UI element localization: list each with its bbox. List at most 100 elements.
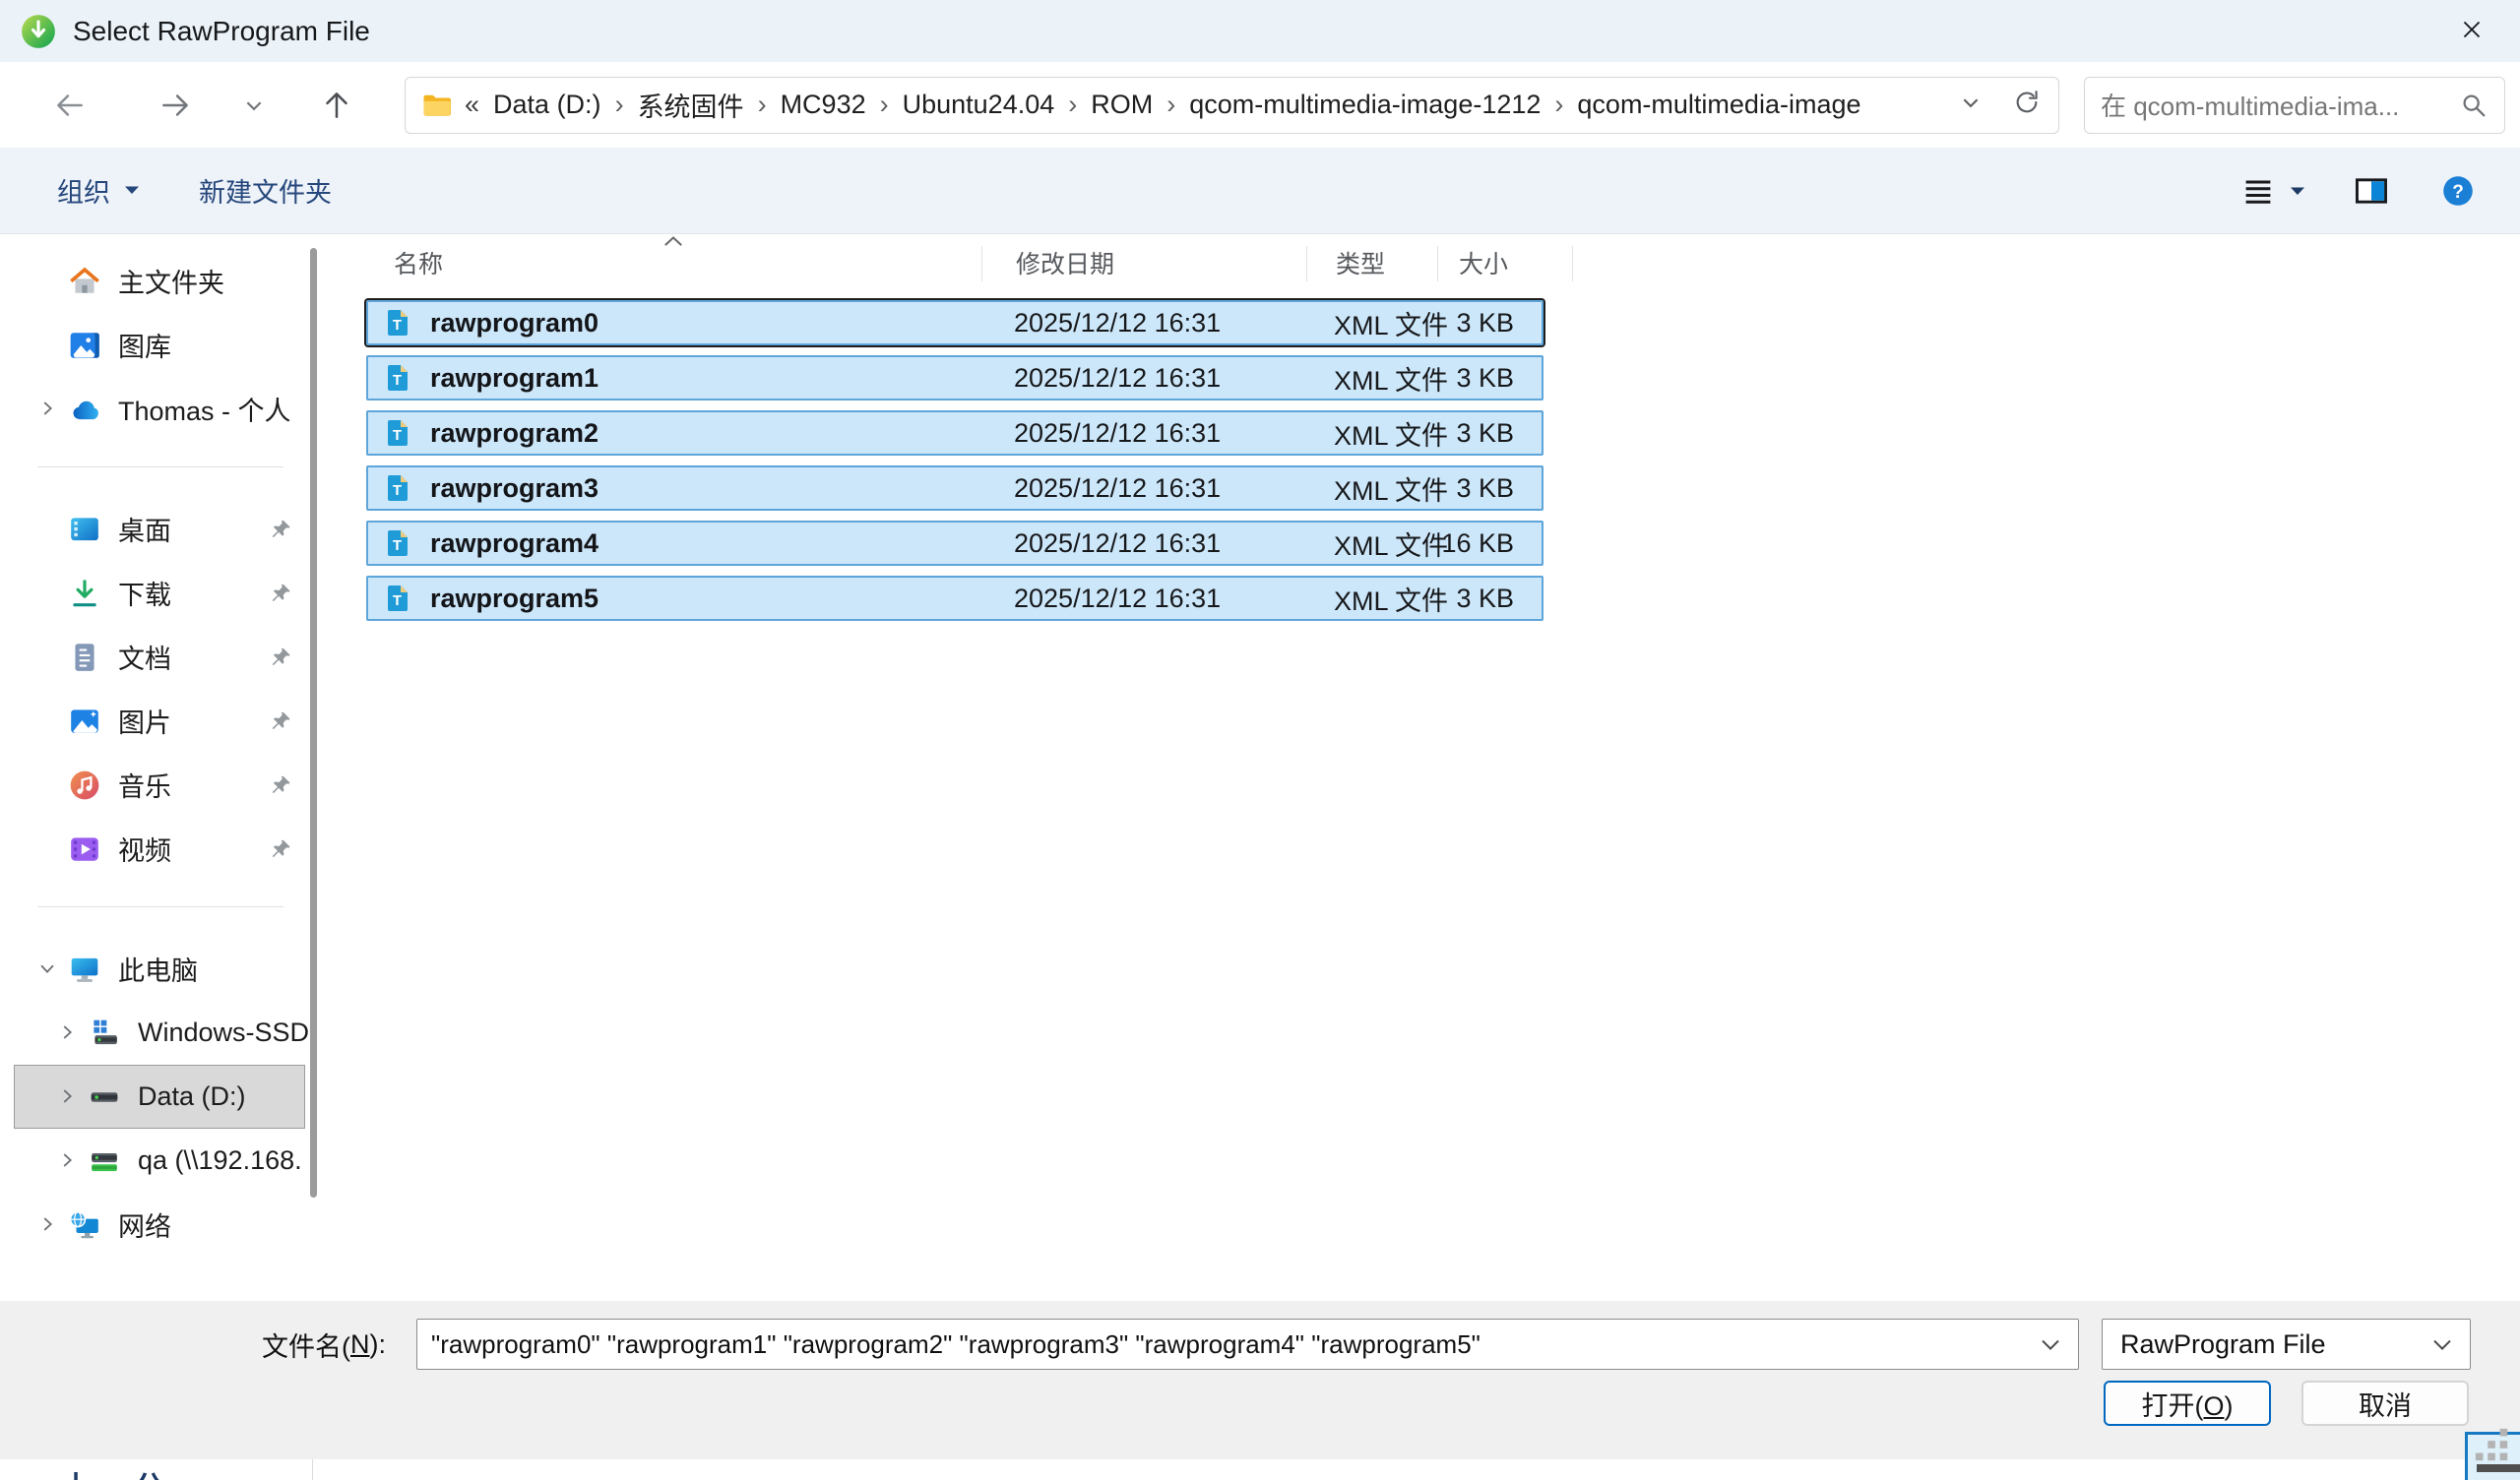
address-dropdown-button[interactable] [1960,92,2011,117]
forward-button[interactable] [157,87,194,124]
sidebar-item-qa-share[interactable]: qa (\\192.168. [14,1129,305,1193]
filename-input[interactable]: "rawprogram0" "rawprogram1" "rawprogram2… [416,1319,2079,1370]
file-date: 2025/12/12 16:31 [981,584,1306,614]
file-row[interactable]: Trawprogram02025/12/12 16:31XML 文件3 KB [366,300,1544,345]
chevron-down-icon [243,95,265,115]
sidebar-item-home[interactable]: 主文件夹 [14,249,305,313]
breadcrumb-item[interactable]: Data (D:) [493,90,601,120]
sidebar-item-label: 下载 [118,574,171,612]
chevron-down-icon[interactable] [2039,1336,2062,1352]
list-view-icon [2240,173,2276,209]
column-divider[interactable] [1306,246,1307,281]
tree-expand-control[interactable] [36,398,60,421]
sidebar-divider [37,906,284,907]
tree-expand-control[interactable] [56,1021,80,1045]
sidebar-item-label: 视频 [118,830,171,868]
tree-expand-control[interactable] [36,957,60,981]
preview-pane-icon[interactable] [2353,172,2390,210]
refresh-icon [2011,87,2043,118]
tree-expand-control[interactable] [56,1085,80,1109]
pin-icon [269,709,292,733]
sidebar-item-this-pc[interactable]: 此电脑 [14,937,305,1001]
pictures-icon [68,705,101,738]
breadcrumb-separator: › [1166,90,1175,120]
refresh-button[interactable] [2011,87,2043,123]
sidebar-item-music[interactable]: 音乐 [14,753,305,817]
file-type: XML 文件 [1306,359,1437,398]
tree-expand-control[interactable] [56,1149,80,1173]
sidebar-item-downloads[interactable]: 下载 [14,561,305,625]
window-behind-divider [312,1459,313,1480]
recent-locations-button[interactable] [243,95,265,115]
view-mode-button[interactable] [2240,173,2305,209]
filetype-select[interactable]: RawProgram File [2102,1319,2471,1370]
sidebar-item-windows-ssd[interactable]: Windows-SSD [14,1001,305,1065]
svg-text:T: T [393,317,402,334]
breadcrumb-item[interactable]: ROM [1091,90,1153,120]
pin-icon [269,646,292,669]
sidebar-item-network[interactable]: 网络 [14,1193,305,1257]
breadcrumb-item[interactable]: Ubuntu24.04 [903,90,1055,120]
chevron-down-icon [2430,1336,2454,1352]
pin-icon [269,582,292,605]
file-row[interactable]: Trawprogram22025/12/12 16:31XML 文件3 KB [366,410,1544,456]
dialog-body: 主文件夹图库Thomas - 个人桌面下载文档图片音乐视频此电脑Windows-… [0,234,2520,1301]
onedrive-icon [68,393,101,426]
filename-value: "rawprogram0" "rawprogram1" "rawprogram2… [431,1329,1480,1360]
up-button[interactable] [318,87,355,124]
sidebar-scrollbar[interactable] [310,248,317,1198]
breadcrumb-item[interactable]: qcom-multimedia-image-1212 [1189,90,1541,120]
file-row[interactable]: Trawprogram12025/12/12 16:31XML 文件3 KB [366,355,1544,401]
sidebar-item-data-d[interactable]: Data (D:) [14,1065,305,1129]
organize-menu-button[interactable]: 组织 [57,171,140,210]
back-button[interactable] [51,87,89,124]
help-icon[interactable]: ? [2439,172,2477,210]
home-icon [68,265,101,298]
back-arrow-icon [51,87,89,124]
sidebar-item-gallery[interactable]: 图库 [14,313,305,377]
filetype-value: RawProgram File [2120,1329,2326,1360]
sidebar-item-desktop[interactable]: 桌面 [14,497,305,561]
sidebar-item-documents[interactable]: 文档 [14,625,305,689]
download-icon [68,577,101,610]
sidebar-item-videos[interactable]: 视频 [14,817,305,881]
column-header-size[interactable]: 大小 [1437,234,1544,290]
search-input[interactable]: 在 qcom-multimedia-ima... [2084,77,2505,134]
tree-expand-control[interactable] [36,1213,60,1237]
column-header-date[interactable]: 修改日期 [981,234,1306,290]
file-name-cell: Trawprogram5 [368,583,981,614]
breadcrumb-item[interactable]: MC932 [781,90,866,120]
breadcrumb-item[interactable]: qcom-multimedia-image [1577,90,1860,120]
file-row[interactable]: Trawprogram52025/12/12 16:31XML 文件3 KB [366,576,1544,621]
column-divider[interactable] [1572,246,1573,281]
file-row[interactable]: Trawprogram42025/12/12 16:31XML 文件16 KB [366,521,1544,566]
file-row[interactable]: Trawprogram32025/12/12 16:31XML 文件3 KB [366,465,1544,511]
cancel-button[interactable]: 取消 [2301,1381,2469,1426]
close-icon [2457,15,2487,44]
open-button[interactable]: 打开(O) [2104,1381,2271,1426]
xml-file-icon: T [382,307,413,339]
close-button[interactable] [2441,0,2502,59]
sidebar-item-onedrive[interactable]: Thomas - 个人 [14,377,305,441]
desktop-icon [68,513,101,546]
sidebar-item-pictures[interactable]: 图片 [14,689,305,753]
caret-down-icon [124,185,140,196]
up-arrow-icon [318,87,355,124]
breadcrumb[interactable]: « Data (D:)›系统固件›MC932›Ubuntu24.04›ROM›q… [405,77,2059,134]
navigation-pane: 主文件夹图库Thomas - 个人桌面下载文档图片音乐视频此电脑Windows-… [0,234,325,1301]
file-name-cell: Trawprogram3 [368,472,981,504]
resize-grip-icon[interactable] [2473,1426,2512,1463]
column-divider[interactable] [1437,246,1438,281]
column-divider[interactable] [981,246,982,281]
file-name-cell: Trawprogram4 [368,527,981,559]
dialog-footer: 文件名(N): "rawprogram0" "rawprogram1" "raw… [0,1301,2520,1459]
breadcrumb-item[interactable]: 系统固件 [638,86,744,124]
file-list: 名称 修改日期 类型 大小 Trawprogram02025/12/12 16:… [366,234,1616,631]
app-download-icon [20,13,57,50]
column-header-type[interactable]: 类型 [1306,234,1437,290]
file-type: XML 文件 [1306,414,1437,453]
breadcrumb-separator: › [1068,90,1077,120]
tree-expand-spacer [36,518,60,541]
tree-expand-spacer [36,773,60,797]
new-folder-button[interactable]: 新建文件夹 [199,171,332,210]
